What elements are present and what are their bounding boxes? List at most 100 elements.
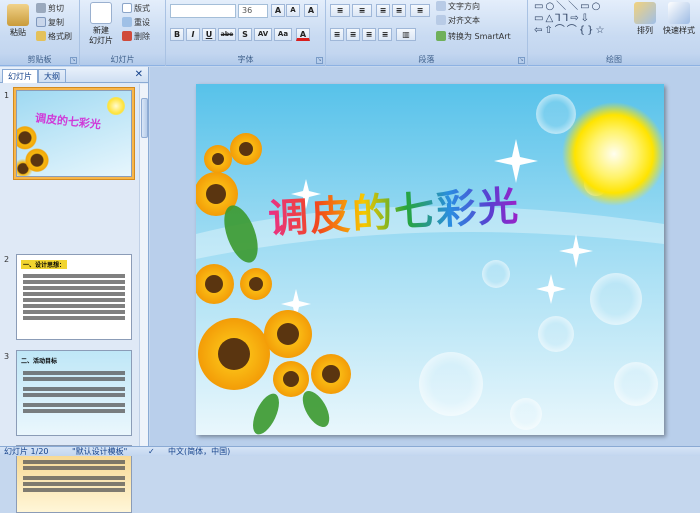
font-name-box[interactable] [170,4,236,18]
columns-button[interactable]: ▥ [396,28,416,41]
underline-button[interactable]: U [202,28,216,41]
slide-number: 3 [4,352,10,361]
pane-tabs: 幻灯片 大纲 ✕ [0,67,148,83]
scissors-icon [36,3,46,13]
italic-button[interactable]: I [186,28,200,41]
text-line [23,274,125,278]
copy-button[interactable]: 复制 [36,16,64,28]
reset-label: 重设 [134,17,150,27]
slides-group: 新建 幻灯片 版式 重设 删除 幻灯片 [80,0,166,66]
increase-indent-button[interactable]: ≡ [392,4,406,17]
text-line [23,482,125,486]
text-line [23,393,125,397]
slide-number: 2 [4,255,10,264]
ribbon: 粘贴 剪切 复制 格式刷 剪贴板 ↘ 新建 幻灯片 版式 重设 删除 幻灯片 3… [0,0,700,66]
sun-icon [562,102,664,206]
change-case-button[interactable]: Aa [274,28,292,41]
tab-slides[interactable]: 幻灯片 [2,69,38,83]
sunflower-icon [17,121,53,176]
quick-styles-button[interactable]: 快速样式 [658,2,700,36]
close-icon[interactable]: ✕ [135,69,143,80]
thumb-title: 一、设计思想： [21,260,68,269]
layout-button[interactable]: 版式 [122,2,150,14]
font-group-label: 字体 [166,54,325,65]
dialog-launcher-icon[interactable]: ↘ [316,57,323,64]
reset-button[interactable]: 重设 [122,16,150,28]
new-slide-button[interactable]: 新建 幻灯片 [84,2,118,46]
text-line [23,286,125,290]
slides-pane: 幻灯片 大纲 ✕ 1 调皮的七彩光 2 一、设计思想： 3 二、活动目标 4 [0,67,149,513]
numbering-button[interactable]: ≡ [352,4,372,17]
tab-outline[interactable]: 大纲 [38,69,66,83]
current-slide[interactable]: 调皮的七彩光 [196,84,664,435]
line-spacing-button[interactable]: ≡ [410,4,430,17]
text-line [23,403,125,407]
drawing-group: ▭○＼＼▭○ ▭△⅂⅂⇨⇩ ⇦⇧⌒⌒{}☆ 排列 快速样式 绘图 [528,0,700,66]
text-line [23,387,125,391]
text-line [23,466,125,470]
align-right-button[interactable]: ≡ [362,28,376,41]
text-line [23,292,125,296]
layout-icon [122,3,132,13]
slide-thumbnail-2[interactable]: 一、设计思想： [16,254,132,340]
pane-scrollbar[interactable] [139,84,148,446]
arrange-button[interactable]: 排列 [630,2,660,36]
align-text-button[interactable]: 对齐文本 [436,14,480,26]
clear-format-button[interactable]: A [304,4,318,17]
shrink-font-button[interactable]: A [286,4,300,17]
drawing-group-label: 绘图 [528,54,700,65]
cut-button[interactable]: 剪切 [36,2,64,14]
text-line [23,298,125,302]
copy-icon [36,17,46,27]
reset-icon [122,17,132,27]
justify-button[interactable]: ≡ [378,28,392,41]
text-line [23,488,125,492]
align-center-button[interactable]: ≡ [346,28,360,41]
spacing-button[interactable]: AV [254,28,272,41]
bullets-button[interactable]: ≡ [330,4,350,17]
scroll-thumb[interactable] [141,98,148,138]
decrease-indent-button[interactable]: ≡ [376,4,390,17]
text-line [23,310,125,314]
smartart-label: 转换为 SmartArt [448,31,511,41]
strike-button[interactable]: abe [218,28,236,41]
delete-label: 删除 [134,31,150,41]
copy-label: 复制 [48,17,64,27]
align-left-button[interactable]: ≡ [330,28,344,41]
font-size-box[interactable]: 36 [238,4,268,18]
text-line [23,377,125,381]
shapes-gallery[interactable]: ▭○＼＼▭○ ▭△⅂⅂⇨⇩ ⇦⇧⌒⌒{}☆ [534,1,628,41]
new-slide-label: 新建 [93,26,109,35]
text-line [23,304,125,308]
arrange-icon [634,2,656,24]
grow-font-button[interactable]: A [271,4,285,17]
text-direction-label: 文字方向 [448,1,480,11]
dialog-launcher-icon[interactable]: ↘ [70,57,77,64]
format-painter-button[interactable]: 格式刷 [36,30,72,42]
font-color-button[interactable]: A [296,28,310,41]
bold-button[interactable]: B [170,28,184,41]
shadow-button[interactable]: S [238,28,252,41]
clipboard-group-label: 剪贴板 [0,54,79,65]
delete-button[interactable]: 删除 [122,30,150,42]
slide-thumbnail-3[interactable]: 二、活动目标 [16,350,132,436]
layout-label: 版式 [134,3,150,13]
cut-label: 剪切 [48,3,64,13]
text-line [23,409,125,413]
paste-icon [7,4,29,26]
text-direction-button[interactable]: 文字方向 [436,0,480,12]
text-line [23,316,125,320]
text-direction-icon [436,1,446,11]
slide-thumbnail-1[interactable]: 调皮的七彩光 [16,90,132,177]
dialog-launcher-icon[interactable]: ↘ [518,57,525,64]
smartart-button[interactable]: 转换为 SmartArt [436,30,511,42]
slides-group-label: 幻灯片 [80,54,165,65]
paste-button[interactable]: 粘贴 [4,4,32,38]
clipboard-group: 粘贴 剪切 复制 格式刷 剪贴板 ↘ [0,0,80,66]
paste-label: 粘贴 [10,28,26,37]
quick-styles-icon [668,2,690,24]
text-line [23,371,125,375]
slide-number: 1 [4,91,10,100]
paragraph-group-label: 段落 [326,54,527,65]
new-slide-sub-label: 幻灯片 [89,36,113,45]
